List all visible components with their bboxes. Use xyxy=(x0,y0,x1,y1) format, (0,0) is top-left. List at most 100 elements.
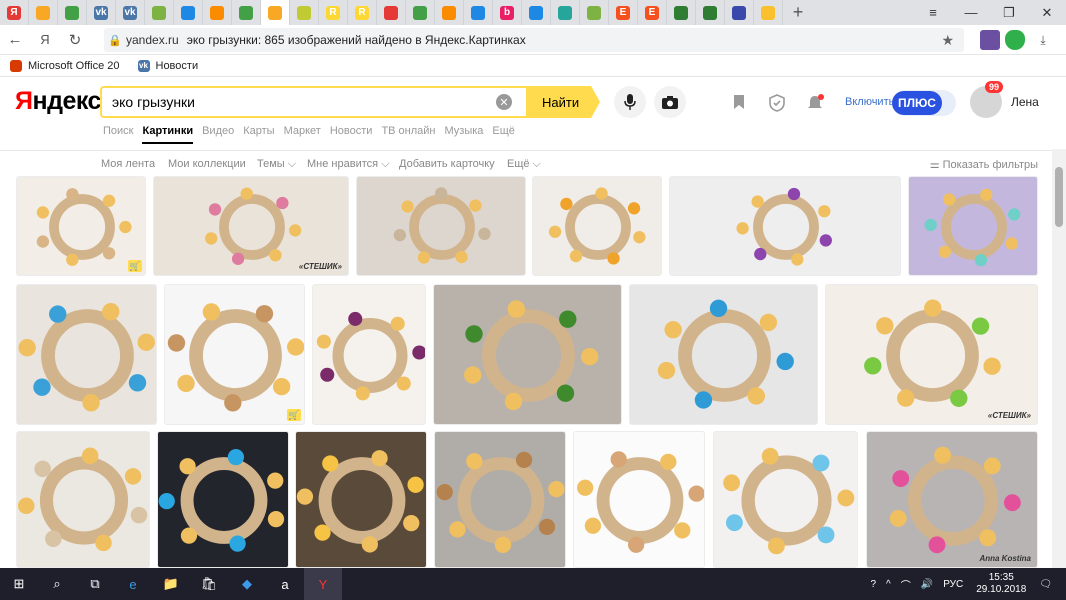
volume-icon[interactable]: 🔊 xyxy=(921,579,933,590)
browser-tab[interactable]: vk xyxy=(87,0,116,25)
browser-tab[interactable]: Я xyxy=(0,0,29,25)
clear-search-icon[interactable]: ✕ xyxy=(496,94,512,110)
service-tab[interactable]: Поиск xyxy=(103,125,133,144)
shop-cart-icon[interactable]: 🛒 xyxy=(128,260,142,272)
enable-plus-link[interactable]: Включить xyxy=(845,96,894,108)
filter-item[interactable]: Добавить карточку xyxy=(399,158,495,170)
reload-icon[interactable]: ↻ xyxy=(60,25,90,55)
search-box[interactable]: эко грызунки ✕ xyxy=(100,86,526,118)
browser-tab[interactable] xyxy=(667,0,696,25)
amazon-icon[interactable]: a xyxy=(266,568,304,600)
image-result-wooden-car-teether[interactable] xyxy=(16,431,150,568)
browser-tab[interactable] xyxy=(232,0,261,25)
close-icon[interactable]: ✕ xyxy=(1028,0,1066,25)
browser-tab[interactable] xyxy=(261,0,290,25)
yandex-logo[interactable]: Яндекс xyxy=(15,87,101,116)
username[interactable]: Лена xyxy=(1011,95,1039,109)
bookmark-news[interactable]: vk Новости xyxy=(137,59,198,72)
back-icon[interactable]: ← xyxy=(0,25,30,55)
browser-tab[interactable] xyxy=(580,0,609,25)
browser-tab[interactable] xyxy=(464,0,493,25)
maximize-icon[interactable]: ❐ xyxy=(990,0,1028,25)
browser-tab[interactable] xyxy=(203,0,232,25)
browser-tab[interactable]: E xyxy=(638,0,667,25)
bookmark-office[interactable]: Microsoft Office 20 xyxy=(10,59,120,72)
store-icon[interactable]: 🛍 xyxy=(190,568,228,600)
image-result-beaded-pacifier-chains[interactable]: «СТЕШИК» xyxy=(153,176,349,276)
image-result-wooden-bird-teether[interactable]: 🛒 xyxy=(16,176,146,276)
image-result-crochet-ring-teether[interactable] xyxy=(312,284,426,425)
search-icon[interactable]: ⌕ xyxy=(38,568,76,600)
new-tab-button[interactable]: + xyxy=(783,2,813,23)
shield-icon[interactable] xyxy=(768,94,786,117)
image-result-wooden-butterfly-teether[interactable] xyxy=(434,431,566,568)
yandex-browser-icon[interactable]: Y xyxy=(304,568,342,600)
browser-tab[interactable]: vk xyxy=(116,0,145,25)
help-icon[interactable]: ? xyxy=(870,579,876,590)
task-view-icon[interactable]: ⧉ xyxy=(76,568,114,600)
clock[interactable]: 15:35 29.10.2018 xyxy=(976,572,1026,596)
filter-item[interactable]: Ещё ⌵ xyxy=(507,158,541,171)
image-result-bear-teether-beads[interactable] xyxy=(16,284,157,425)
language-indicator[interactable]: РУС xyxy=(943,579,963,590)
service-tab[interactable]: ТВ онлайн xyxy=(381,125,435,144)
browser-tab[interactable] xyxy=(290,0,319,25)
service-tab[interactable]: Видео xyxy=(202,125,234,144)
image-result-bracelet-collection[interactable] xyxy=(295,431,427,568)
browser-tab[interactable] xyxy=(406,0,435,25)
browser-tab[interactable] xyxy=(58,0,87,25)
filter-item[interactable]: Моя лента xyxy=(101,158,155,170)
browser-tab[interactable] xyxy=(435,0,464,25)
image-result-crochet-owls[interactable] xyxy=(713,431,858,568)
page-scrollbar[interactable] xyxy=(1052,149,1066,568)
image-result-wooden-rings-teether[interactable] xyxy=(356,176,526,276)
image-result-wooden-bear-heart[interactable]: 🛒 xyxy=(164,284,305,425)
find-button[interactable]: Найти xyxy=(526,86,600,118)
filter-item[interactable]: Мои коллекции xyxy=(168,158,246,170)
image-result-crochet-bead-rattle[interactable] xyxy=(532,176,662,276)
yandex-home-icon[interactable]: Я xyxy=(30,25,60,55)
edge-icon[interactable]: e xyxy=(114,568,152,600)
bookmark-star-icon[interactable]: ★ xyxy=(941,32,954,49)
file-explorer-icon[interactable]: 📁 xyxy=(152,568,190,600)
start-icon[interactable]: ⊞ xyxy=(0,568,38,600)
plus-toggle[interactable]: ПЛЮС xyxy=(892,90,956,116)
service-tab[interactable]: Карты xyxy=(243,125,274,144)
image-result-wooden-heart-teether[interactable] xyxy=(573,431,705,568)
network-icon[interactable]: ⌒ xyxy=(901,577,911,592)
image-result-pink-bead-heart-chain[interactable]: Anna Kostina xyxy=(866,431,1038,568)
service-tab[interactable]: Картинки xyxy=(142,125,194,144)
menu-icon[interactable]: ≡ xyxy=(914,0,952,25)
service-tab[interactable]: Ещё xyxy=(492,125,515,144)
service-tab[interactable]: Музыка xyxy=(445,125,484,144)
filter-item[interactable]: Мне нравится ⌵ xyxy=(307,158,389,171)
browser-tab[interactable] xyxy=(725,0,754,25)
browser-tab[interactable] xyxy=(174,0,203,25)
service-tab[interactable]: Новости xyxy=(330,125,373,144)
browser-tab[interactable]: R xyxy=(319,0,348,25)
browser-tab[interactable] xyxy=(377,0,406,25)
camera-search-icon[interactable] xyxy=(654,86,686,118)
microphone-icon[interactable] xyxy=(614,86,646,118)
scrollbar-thumb[interactable] xyxy=(1055,167,1063,227)
download-icon[interactable]: ⤓ xyxy=(1033,30,1053,50)
address-bar[interactable]: 🔒 yandex.ru эко грызунки: 865 изображени… xyxy=(104,28,964,52)
browser-tab[interactable]: R xyxy=(348,0,377,25)
browser-tab[interactable] xyxy=(696,0,725,25)
service-tab[interactable]: Маркет xyxy=(284,125,321,144)
browser-tab[interactable] xyxy=(29,0,58,25)
browser-tab[interactable] xyxy=(754,0,783,25)
image-result-colorful-ring-set[interactable]: «СТЕШИК» xyxy=(825,284,1038,425)
dropbox-icon[interactable]: ◆ xyxy=(228,568,266,600)
notifications-center-icon[interactable]: 🗨 xyxy=(1039,579,1052,590)
notifications-icon[interactable] xyxy=(806,94,824,117)
image-result-elephant-teether-dark[interactable] xyxy=(157,431,289,568)
image-result-striped-bead-rings[interactable] xyxy=(629,284,818,425)
minimize-icon[interactable]: — xyxy=(952,0,990,25)
image-result-purple-bead-toys[interactable] xyxy=(669,176,901,276)
image-result-star-teether-lilac[interactable] xyxy=(908,176,1038,276)
shop-cart-icon[interactable]: 🛒 xyxy=(287,409,301,421)
shield-extension-icon[interactable] xyxy=(1005,30,1025,50)
browser-tab[interactable] xyxy=(522,0,551,25)
browser-tab[interactable] xyxy=(145,0,174,25)
